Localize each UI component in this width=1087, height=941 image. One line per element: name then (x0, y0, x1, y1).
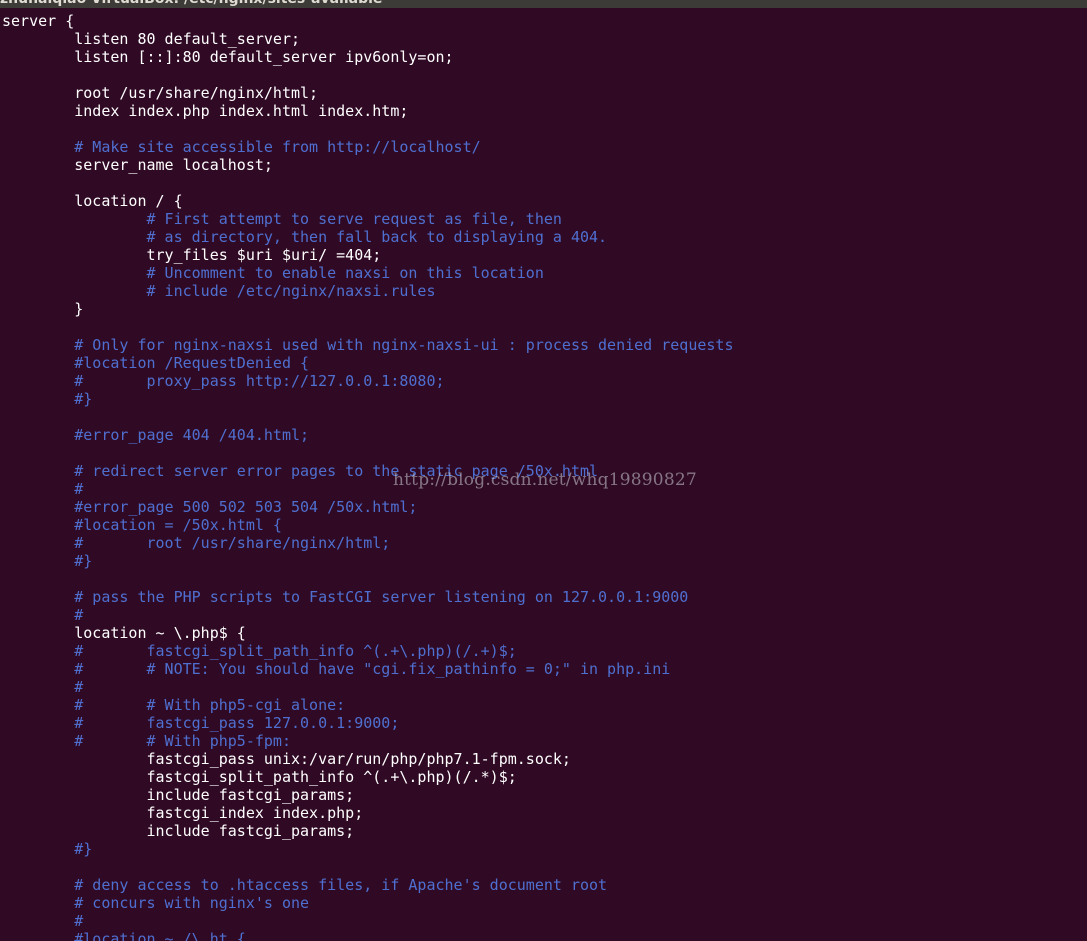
code-line: location ~ \.php$ { (2, 624, 246, 642)
comment-line: #location /RequestDenied { (2, 354, 310, 372)
code-line: root /usr/share/nginx/html; (2, 84, 319, 102)
comment-line: # fastcgi_pass 127.0.0.1:9000; (2, 714, 400, 732)
comment-line: #} (2, 552, 93, 570)
comment-line: # # NOTE: You should have "cgi.fix_pathi… (2, 660, 671, 678)
comment-line: # Only for nginx-naxsi used with nginx-n… (2, 336, 734, 354)
comment-line: # include /etc/nginx/naxsi.rules (2, 282, 436, 300)
code-line: listen [::]:80 default_server ipv6only=o… (2, 48, 454, 66)
comment-line: # as directory, then fall back to displa… (2, 228, 608, 246)
code-line: fastcgi_pass unix:/var/run/php/php7.1-fp… (2, 750, 571, 768)
code-line: try_files $uri $uri/ =404; (2, 246, 382, 264)
code-line: } (2, 300, 84, 318)
comment-line: # pass the PHP scripts to FastCGI server… (2, 588, 689, 606)
comment-line: # proxy_pass http://127.0.0.1:8080; (2, 372, 445, 390)
comment-line: #error_page 404 /404.html; (2, 426, 310, 444)
code-line: fastcgi_index index.php; (2, 804, 364, 822)
code-line: fastcgi_split_path_info ^(.+\.php)(/.*)$… (2, 768, 517, 786)
comment-line: # root /usr/share/nginx/html; (2, 534, 391, 552)
comment-line: # deny access to .htaccess files, if Apa… (2, 876, 608, 894)
window-title: zhuhaiqiao-VirtualBox: /etc/nginx/sites-… (0, 0, 382, 8)
comment-line: # (2, 912, 84, 930)
comment-line: # (2, 678, 84, 696)
comment-line: # concurs with nginx's one (2, 894, 310, 912)
comment-line: # Make site accessible from http://local… (2, 138, 481, 156)
code-line: server_name localhost; (2, 156, 273, 174)
comment-line: # First attempt to serve request as file… (2, 210, 562, 228)
comment-line: #error_page 500 502 503 504 /50x.html; (2, 498, 418, 516)
code-line: include fastcgi_params; (2, 786, 355, 804)
comment-line: #location = /50x.html { (2, 516, 282, 534)
code-line: listen 80 default_server; (2, 30, 301, 48)
comment-line: # # With php5-cgi alone: (2, 696, 346, 714)
comment-line: # fastcgi_split_path_info ^(.+\.php)(/.+… (2, 642, 517, 660)
comment-line: # Uncomment to enable naxsi on this loca… (2, 264, 544, 282)
code-line: server { (2, 12, 75, 30)
comment-line: #} (2, 840, 93, 858)
comment-line: #location ~ /\.ht { (2, 930, 246, 941)
comment-line: # # With php5-fpm: (2, 732, 291, 750)
comment-line: # (2, 606, 84, 624)
watermark-text: http://blog.csdn.net/whq19890827 (393, 470, 697, 490)
window-titlebar: zhuhaiqiao-VirtualBox: /etc/nginx/sites-… (0, 0, 1087, 8)
code-line: index index.php index.html index.htm; (2, 102, 409, 120)
comment-line: #} (2, 390, 93, 408)
code-line: location / { (2, 192, 183, 210)
code-line: include fastcgi_params; (2, 822, 355, 840)
